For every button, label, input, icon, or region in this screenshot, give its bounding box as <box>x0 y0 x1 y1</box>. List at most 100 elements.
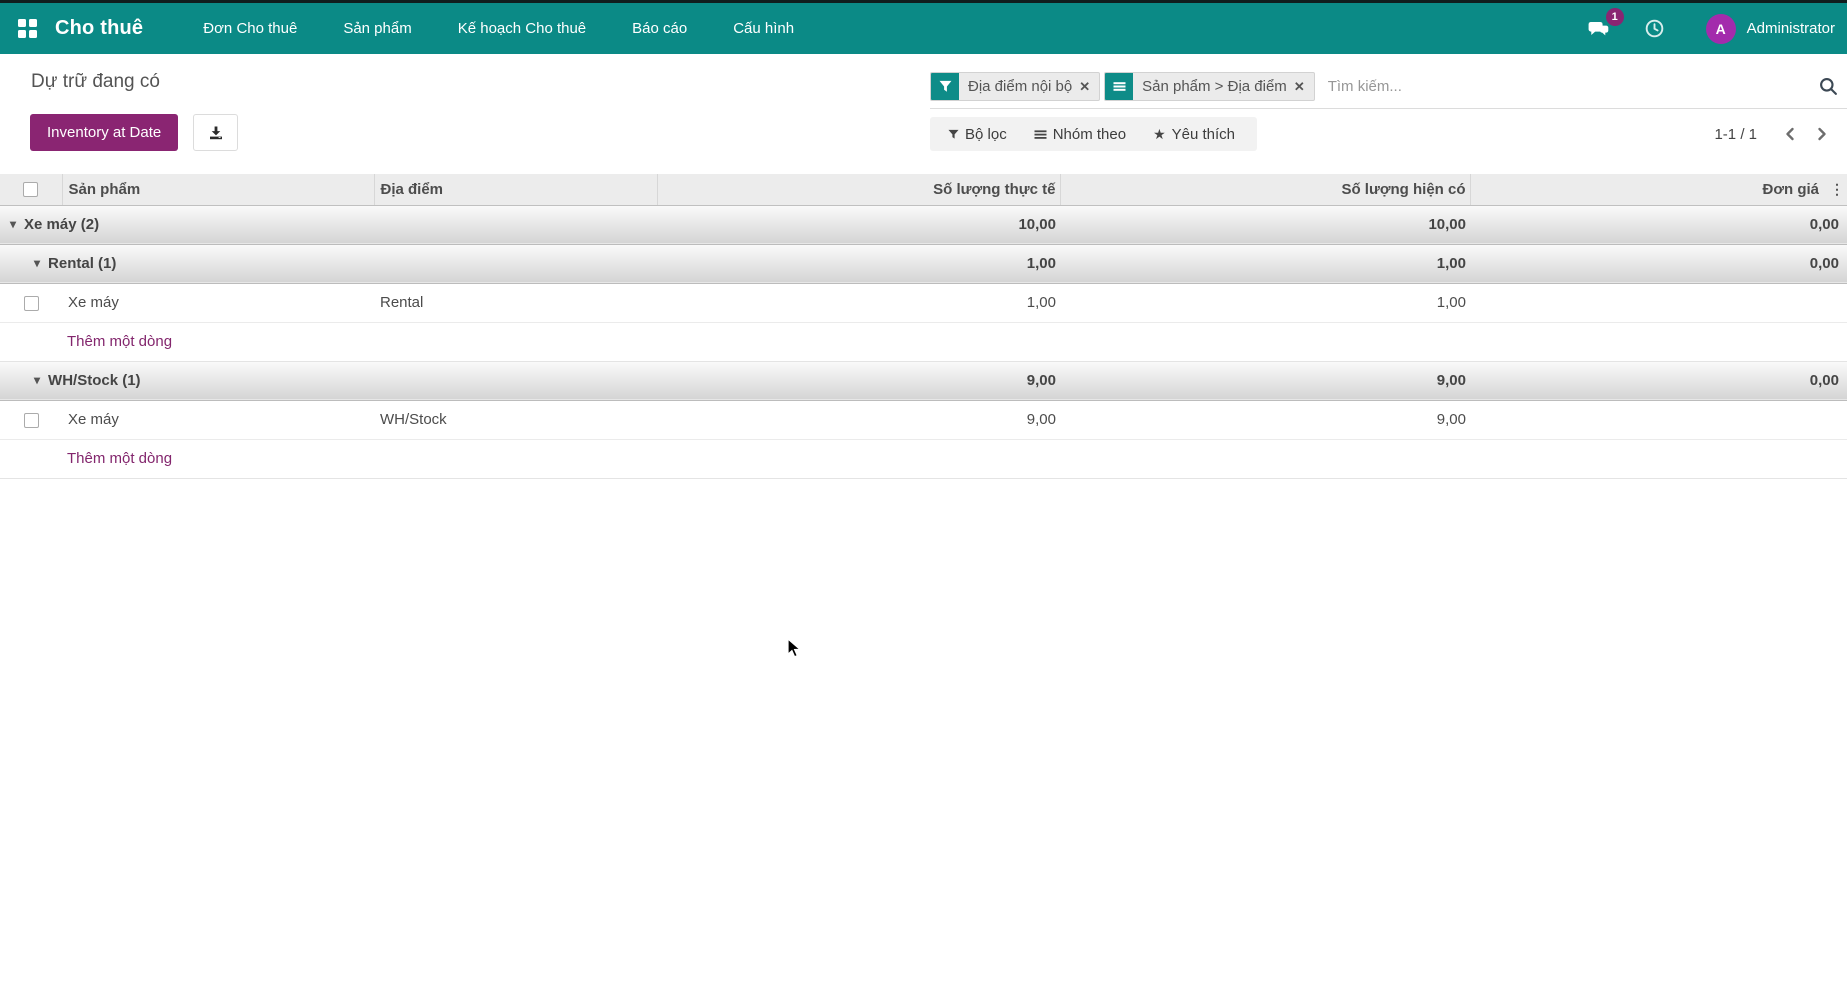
pager-next-button[interactable] <box>1806 124 1837 144</box>
search-facet-label: Địa điểm nội bộ <box>968 78 1073 95</box>
cell-location[interactable]: WH/Stock <box>374 400 657 440</box>
control-panel-buttons: Inventory at Date <box>30 114 239 151</box>
group-unit-price: 0,00 <box>1470 205 1847 245</box>
facet-remove-icon[interactable]: ✕ <box>1294 73 1314 100</box>
control-panel-left: Dự trữ đang có Inventory at Date <box>30 68 239 174</box>
caret-down-icon: ▾ <box>10 217 17 231</box>
main-navbar: Cho thuê Đơn Cho thuê Sản phẩm Kế hoạch Ch… <box>0 3 1847 54</box>
cell-qty-on-hand[interactable]: 9,00 <box>1060 400 1470 440</box>
user-name: Administrator <box>1746 20 1835 37</box>
download-icon <box>209 126 222 139</box>
vertical-dots-icon: ⋮ <box>1830 180 1844 197</box>
star-icon: ★ <box>1153 126 1166 142</box>
add-line-row: Thêm một dòng <box>0 439 1847 479</box>
search-options-row: Bộ lọc Nhóm theo ★ Yêu thích 1-1 / 1 <box>930 117 1847 151</box>
search-facet-2: Sản phẩm > Địa điểm ✕ <box>1104 72 1315 101</box>
select-all-checkbox[interactable] <box>23 182 39 198</box>
cell-qty-on-hand[interactable]: 1,00 <box>1060 283 1470 323</box>
cell-unit-price[interactable] <box>1470 400 1847 440</box>
search-facets: Địa điểm nội bộ ✕ Sản phẩm > Địa điểm ✕ <box>930 72 1319 101</box>
menu-item-3[interactable]: Kế hoạch Cho thuê <box>456 14 588 43</box>
facet-remove-icon[interactable]: ✕ <box>1079 73 1099 100</box>
menu-item-1[interactable]: Đơn Cho thuê <box>201 14 299 43</box>
select-all-checkbox-cell[interactable] <box>0 174 62 206</box>
messages-button[interactable]: 1 <box>1582 7 1624 43</box>
user-menu[interactable]: A Administrator <box>1705 13 1835 44</box>
menu-item-4[interactable]: Báo cáo <box>630 14 689 43</box>
group-row[interactable]: ▾ Rental (1) 1,00 1,00 0,00 <box>0 244 1847 284</box>
cell-qty-real[interactable]: 1,00 <box>657 283 1060 323</box>
row-checkbox[interactable] <box>23 295 39 311</box>
app-name[interactable]: Cho thuê <box>55 17 143 40</box>
caret-down-icon: ▾ <box>34 373 41 387</box>
add-line-link[interactable]: Thêm một dòng <box>67 333 172 350</box>
group-label: Rental (1) <box>48 255 117 272</box>
column-header-qty-real[interactable]: Số lượng thực tế <box>656 174 1060 206</box>
pager: 1-1 / 1 <box>1714 124 1837 144</box>
main-menu: Đơn Cho thuê Sản phẩm Kế hoạch Cho thuê Báo… <box>201 14 796 43</box>
filter-funnel-icon <box>948 129 959 139</box>
activities-button[interactable] <box>1639 13 1670 44</box>
search-bar: Địa điểm nội bộ ✕ Sản phẩm > Địa điểm ✕ <box>930 68 1847 109</box>
cell-unit-price[interactable] <box>1470 283 1847 323</box>
menu-item-2[interactable]: Sản phẩm <box>341 14 413 43</box>
inventory-at-date-button[interactable]: Inventory at Date <box>30 114 179 151</box>
table-row[interactable]: Xe máy WH/Stock 9,00 9,00 <box>0 400 1847 440</box>
pager-counter: 1-1 / 1 <box>1714 125 1757 143</box>
group-qty-on-hand: 9,00 <box>1060 361 1470 401</box>
filters-button[interactable]: Bộ lọc <box>948 126 1007 143</box>
search-input[interactable] <box>1318 72 1847 101</box>
cell-location[interactable]: Rental <box>374 283 657 323</box>
pager-previous-button[interactable] <box>1775 124 1806 144</box>
add-line-row: Thêm một dòng <box>0 322 1847 362</box>
group-row[interactable]: ▾ WH/Stock (1) 9,00 9,00 0,00 <box>0 361 1847 401</box>
optional-columns-toggle[interactable]: ⋮ <box>1827 174 1847 206</box>
group-unit-price: 0,00 <box>1470 244 1847 284</box>
cell-qty-real[interactable]: 9,00 <box>657 400 1060 440</box>
column-header-unit-price[interactable]: Đơn giá <box>1469 174 1827 206</box>
group-label: WH/Stock (1) <box>48 372 141 389</box>
group-by-icon <box>1034 129 1047 139</box>
add-line-link[interactable]: Thêm một dòng <box>67 450 172 467</box>
cell-product[interactable]: Xe máy <box>62 283 374 323</box>
comments-icon <box>1588 21 1608 35</box>
group-label: Xe máy (2) <box>24 216 100 233</box>
apps-menu-button[interactable] <box>14 15 41 42</box>
chevron-left-icon <box>1786 127 1794 141</box>
control-panel-right: Địa điểm nội bộ ✕ Sản phẩm > Địa điểm ✕ Bộ … <box>930 68 1847 174</box>
chevron-right-icon <box>1818 127 1826 141</box>
search-facet-label: Sản phẩm > Địa điểm <box>1142 78 1287 95</box>
group-qty-real: 10,00 <box>657 205 1060 245</box>
group-qty-on-hand: 10,00 <box>1060 205 1470 245</box>
column-header-product[interactable]: Sản phẩm <box>61 174 374 206</box>
messages-counter-badge: 1 <box>1605 7 1624 26</box>
table-row[interactable]: Xe máy Rental 1,00 1,00 <box>0 283 1847 323</box>
group-qty-real: 9,00 <box>657 361 1060 401</box>
filter-icon <box>931 73 959 100</box>
mouse-cursor <box>787 637 806 665</box>
group-by-button[interactable]: Nhóm theo <box>1034 126 1126 143</box>
column-header-qty-on-hand[interactable]: Số lượng hiện có <box>1059 174 1470 206</box>
cell-product[interactable]: Xe máy <box>62 400 374 440</box>
search-facet-1: Địa điểm nội bộ ✕ <box>930 72 1101 101</box>
favorites-button[interactable]: ★ Yêu thích <box>1153 126 1235 143</box>
caret-down-icon: ▾ <box>34 256 41 270</box>
group-row[interactable]: ▾ Xe máy (2) 10,00 10,00 0,00 <box>0 205 1847 245</box>
navbar-right: 1 A Administrator <box>1582 7 1835 44</box>
menu-item-5[interactable]: Cấu hình <box>731 14 796 43</box>
column-header-location[interactable]: Địa điểm <box>373 174 657 206</box>
search-options-toolbar: Bộ lọc Nhóm theo ★ Yêu thích <box>930 117 1258 151</box>
page-title: Dự trữ đang có <box>31 71 160 92</box>
row-checkbox[interactable] <box>23 412 39 428</box>
filters-button-label: Bộ lọc <box>965 125 1007 143</box>
control-panel: Dự trữ đang có Inventory at Date Địa điể… <box>0 54 1847 174</box>
group-qty-on-hand: 1,00 <box>1060 244 1470 284</box>
list-view-table: Sản phẩm Địa điểm Số lượng thực tế Số lư… <box>0 174 1847 479</box>
group-by-icon <box>1105 73 1134 100</box>
group-qty-real: 1,00 <box>657 244 1060 284</box>
group-by-button-label: Nhóm theo <box>1052 125 1127 143</box>
group-unit-price: 0,00 <box>1470 361 1847 401</box>
favorites-button-label: Yêu thích <box>1171 125 1236 143</box>
export-download-button[interactable] <box>193 114 239 151</box>
search-icon[interactable] <box>1819 77 1838 96</box>
